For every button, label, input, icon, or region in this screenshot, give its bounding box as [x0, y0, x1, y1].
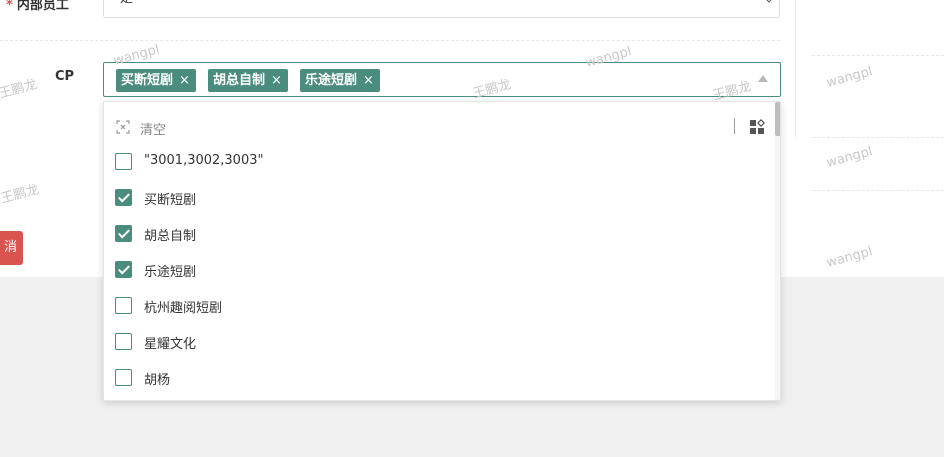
cp-tag-label: 胡总自制: [213, 73, 266, 88]
cp-tag-label: 买断短剧: [121, 73, 174, 88]
option-checkbox[interactable]: [115, 369, 132, 386]
option-label: 买断短剧: [144, 193, 197, 208]
right-divider: [795, 0, 796, 137]
tag-close-icon[interactable]: ×: [363, 69, 374, 92]
row-divider: [0, 40, 780, 41]
right-row-divider: [812, 55, 944, 56]
dropdown-scrollbar[interactable]: [775, 102, 780, 400]
dropdown-option[interactable]: 星耀文化: [104, 323, 774, 359]
option-checkbox[interactable]: [115, 261, 132, 278]
grid-view-icon[interactable]: [749, 119, 765, 135]
cp-dropdown: 清空 "3001,3002,3003" 买断短剧 胡总自制 乐途短剧 杭州趣阅短…: [103, 101, 781, 401]
clear-button[interactable]: 清空: [140, 119, 166, 138]
dropdown-option[interactable]: 乐途短剧: [104, 251, 774, 287]
internal-staff-label-text: 内部员工: [16, 0, 69, 13]
option-label: 乐途短剧: [144, 265, 197, 280]
required-star: *: [6, 0, 13, 13]
chevron-down-icon: [763, 0, 775, 3]
cp-multi-select[interactable]: 买断短剧 × 胡总自制 × 乐途短剧 ×: [103, 62, 781, 97]
dropdown-option[interactable]: 胡总自制: [104, 215, 774, 251]
option-checkbox[interactable]: [115, 297, 132, 314]
internal-staff-select[interactable]: 是: [103, 0, 780, 18]
tag-close-icon[interactable]: ×: [179, 69, 190, 92]
option-checkbox[interactable]: [115, 153, 132, 170]
option-label: 杭州趣阅短剧: [144, 301, 223, 316]
cp-tag-label: 乐途短剧: [305, 73, 358, 88]
cp-label: CP: [55, 69, 75, 84]
dropdown-option[interactable]: 杭州趣阅短剧: [104, 287, 774, 323]
cp-tag: 乐途短剧 ×: [300, 69, 380, 92]
option-checkbox[interactable]: [115, 225, 132, 242]
cp-tag: 胡总自制 ×: [208, 69, 288, 92]
right-row-divider: [812, 137, 944, 138]
option-checkbox[interactable]: [115, 189, 132, 206]
cp-tag: 买断短剧 ×: [116, 69, 196, 92]
dropdown-option[interactable]: 买断短剧: [104, 179, 774, 215]
internal-staff-select-value: 是: [120, 0, 133, 6]
scrollbar-thumb[interactable]: [775, 102, 780, 136]
clear-icon[interactable]: [116, 120, 130, 134]
dropdown-option[interactable]: 胡杨: [104, 359, 774, 395]
dropdown-toolbar: 清空: [104, 112, 780, 142]
option-label: 胡总自制: [144, 229, 197, 244]
option-label: 胡杨: [144, 373, 171, 388]
toolbar-divider: [734, 118, 735, 134]
option-label: "3001,3002,3003": [144, 153, 264, 168]
cancel-button[interactable]: 消: [0, 231, 23, 265]
option-label: 星耀文化: [144, 337, 197, 352]
dropdown-option[interactable]: "3001,3002,3003": [104, 143, 774, 179]
caret-up-icon[interactable]: [758, 75, 768, 82]
option-checkbox[interactable]: [115, 333, 132, 350]
right-row-divider: [812, 190, 944, 191]
internal-staff-label: * 内部员工: [6, 0, 69, 13]
tag-close-icon[interactable]: ×: [271, 69, 282, 92]
